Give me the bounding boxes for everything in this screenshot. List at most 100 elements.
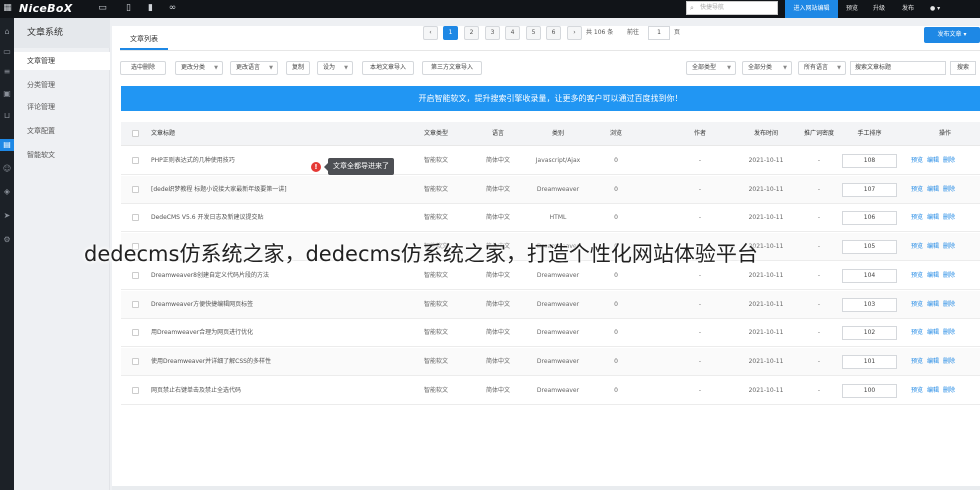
settings-icon[interactable]: ⚙: [0, 234, 14, 246]
local-import-button[interactable]: 本地文章导入: [362, 61, 414, 75]
row-delete-link[interactable]: 删除: [943, 301, 955, 308]
gift-icon[interactable]: ▣: [0, 88, 14, 100]
row-preview-link[interactable]: 预览: [911, 358, 923, 365]
cell-title[interactable]: DedeCMS V5.6 开发日志及新建议提交贴: [151, 204, 401, 232]
sort-input[interactable]: 101: [842, 354, 897, 369]
row-edit-link[interactable]: 编辑: [927, 387, 939, 394]
user-icon[interactable]: ☺: [0, 163, 14, 175]
cell-title[interactable]: 使用Dreamweaver并详细了解CSS的多样性: [151, 348, 401, 376]
type-filter-select[interactable]: 全部类型 ▼: [686, 61, 736, 75]
row-edit-link[interactable]: 编辑: [927, 358, 939, 365]
keyword-search-input[interactable]: 搜索文章标题: [850, 61, 946, 75]
row-checkbox[interactable]: [132, 157, 139, 164]
cell-title[interactable]: [dede织梦教程 标题小说接大家最新年级要第一讲]: [151, 176, 401, 204]
article-icon[interactable]: ▤: [0, 139, 14, 151]
row-edit-link[interactable]: 编辑: [927, 272, 939, 279]
row-edit-link[interactable]: 编辑: [927, 243, 939, 250]
row-checkbox[interactable]: [132, 386, 139, 394]
sort-input[interactable]: 103: [842, 297, 897, 312]
change-language-select[interactable]: 更改语言 ▼: [230, 61, 278, 75]
sort-input[interactable]: 108: [842, 154, 897, 168]
third-party-import-button[interactable]: 第三方文章导入: [422, 61, 482, 75]
row-preview-link[interactable]: 预览: [911, 387, 923, 394]
prev-page-button[interactable]: ‹: [423, 26, 438, 40]
publish-article-button[interactable]: 发布文章 ▾: [924, 27, 980, 43]
subnav-item-article-config[interactable]: 文章配置: [14, 122, 110, 140]
sort-input[interactable]: 105: [842, 240, 897, 255]
publish-link[interactable]: 发布: [897, 0, 919, 18]
col-views[interactable]: 浏览: [601, 122, 631, 146]
page-1[interactable]: 1: [443, 26, 458, 40]
search-button[interactable]: 搜索: [950, 61, 976, 75]
goto-page-input[interactable]: 1: [648, 26, 670, 40]
page-4[interactable]: 4: [505, 26, 520, 40]
page-6[interactable]: 6: [546, 26, 561, 40]
row-preview-link[interactable]: 预览: [911, 214, 923, 221]
cell-title[interactable]: 网页禁止右键单击及禁止全选代码: [151, 377, 401, 405]
tablet-icon[interactable]: ▯: [123, 2, 134, 15]
row-delete-link[interactable]: 删除: [943, 243, 955, 250]
row-checkbox[interactable]: [132, 214, 139, 222]
home-icon[interactable]: ⌂: [0, 26, 14, 38]
layers-icon[interactable]: ≡: [0, 66, 14, 78]
preview-link[interactable]: 预览: [841, 0, 863, 18]
row-checkbox[interactable]: [132, 300, 139, 308]
box-icon[interactable]: ◈: [0, 186, 14, 198]
row-delete-link[interactable]: 删除: [943, 329, 955, 336]
change-category-select[interactable]: 更改分类 ▼: [175, 61, 223, 75]
user-menu[interactable]: ● ▾: [930, 0, 940, 18]
row-preview-link[interactable]: 预览: [911, 186, 923, 193]
page-2[interactable]: 2: [464, 26, 479, 40]
row-preview-link[interactable]: 预览: [911, 243, 923, 250]
desktop-icon[interactable]: ▭: [97, 2, 108, 15]
row-edit-link[interactable]: 编辑: [927, 214, 939, 221]
row-checkbox[interactable]: [132, 185, 139, 193]
cell-title[interactable]: 用Dreamweaver合理为网页进行优化: [151, 319, 401, 347]
tab-article-list[interactable]: 文章列表: [120, 26, 168, 50]
row-delete-link[interactable]: 删除: [943, 214, 955, 221]
sort-input[interactable]: 100: [842, 383, 897, 398]
row-checkbox[interactable]: [132, 357, 139, 365]
row-preview-link[interactable]: 预览: [911, 329, 923, 336]
page-3[interactable]: 3: [485, 26, 500, 40]
row-preview-link[interactable]: 预览: [911, 272, 923, 279]
send-icon[interactable]: ➤: [0, 210, 14, 222]
smart-article-banner[interactable]: 开启智能软文，提升搜索引擎收录量，让更多的客户可以通过百度找到你！: [121, 86, 980, 111]
language-filter-select[interactable]: 所有语言 ▼: [798, 61, 846, 75]
grid-menu-icon[interactable]: ▦: [2, 2, 13, 15]
row-edit-link[interactable]: 编辑: [927, 157, 939, 164]
page-5[interactable]: 5: [526, 26, 541, 40]
subnav-item-article-manage[interactable]: 文章管理: [14, 52, 110, 70]
copy-button[interactable]: 复制: [286, 61, 310, 75]
subnav-item-smart-article[interactable]: 智能软文: [14, 146, 110, 164]
next-page-button[interactable]: ›: [567, 26, 582, 40]
row-preview-link[interactable]: 预览: [911, 301, 923, 308]
upgrade-link[interactable]: 升级: [868, 0, 890, 18]
enter-site-edit-button[interactable]: 进入网站编辑: [785, 0, 838, 18]
row-delete-link[interactable]: 删除: [943, 358, 955, 365]
col-date[interactable]: 发布时间: [741, 122, 791, 146]
monitor-icon[interactable]: ▭: [0, 46, 14, 58]
subnav-item-category-manage[interactable]: 分类管理: [14, 76, 110, 94]
category-filter-select[interactable]: 全部分类 ▼: [742, 61, 792, 75]
select-all-checkbox[interactable]: [132, 130, 139, 137]
quick-nav-search[interactable]: ⌕ 快捷导航: [686, 1, 778, 15]
row-checkbox[interactable]: [132, 271, 139, 279]
sort-input[interactable]: 107: [842, 182, 897, 197]
row-delete-link[interactable]: 删除: [943, 157, 955, 164]
row-delete-link[interactable]: 删除: [943, 272, 955, 279]
row-checkbox[interactable]: [132, 329, 139, 337]
row-delete-link[interactable]: 删除: [943, 186, 955, 193]
row-edit-link[interactable]: 编辑: [927, 301, 939, 308]
row-preview-link[interactable]: 预览: [911, 157, 923, 164]
cart-icon[interactable]: ⊔: [0, 110, 14, 122]
delete-selected-button[interactable]: 选中删除: [120, 61, 166, 75]
sort-input[interactable]: 102: [842, 326, 897, 341]
set-as-select[interactable]: 设为 ▼: [317, 61, 353, 75]
cell-title[interactable]: Dreamweaver方便快捷编辑网页标签: [151, 291, 401, 319]
mobile-icon[interactable]: ▮: [145, 2, 156, 15]
row-edit-link[interactable]: 编辑: [927, 329, 939, 336]
row-delete-link[interactable]: 删除: [943, 387, 955, 394]
sort-input[interactable]: 104: [842, 268, 897, 283]
subnav-item-comment-manage[interactable]: 评论管理: [14, 98, 110, 116]
